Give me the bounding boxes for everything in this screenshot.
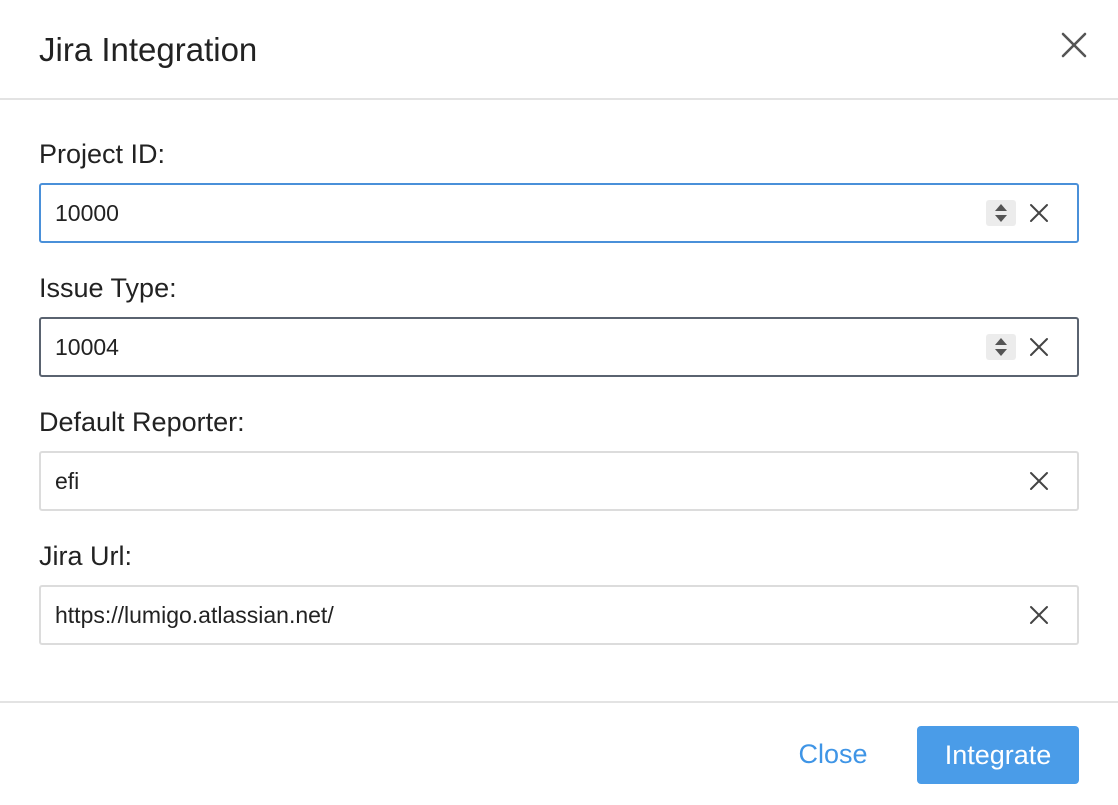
project-id-label: Project ID:	[39, 139, 166, 169]
jira-url-label: Jira Url:	[39, 541, 132, 571]
close-icon[interactable]	[1058, 29, 1090, 61]
clear-icon[interactable]	[1025, 467, 1053, 495]
dialog-footer: Close Integrate	[0, 701, 1118, 805]
clear-icon[interactable]	[1025, 199, 1053, 227]
default-reporter-input[interactable]	[55, 453, 955, 509]
dialog-header: Jira Integration	[0, 0, 1118, 100]
project-id-field	[39, 183, 1079, 243]
jira-integration-dialog: Jira Integration Project ID: Issue Type:	[0, 0, 1118, 805]
close-button[interactable]: Close	[788, 729, 878, 779]
project-id-input[interactable]	[55, 185, 955, 241]
clear-icon[interactable]	[1025, 333, 1053, 361]
issue-type-label: Issue Type:	[39, 273, 177, 303]
clear-icon[interactable]	[1025, 601, 1053, 629]
spinner-icon[interactable]	[986, 334, 1016, 360]
jira-url-field	[39, 585, 1079, 645]
spinner-icon[interactable]	[986, 200, 1016, 226]
issue-type-input[interactable]	[55, 319, 955, 375]
issue-type-field	[39, 317, 1079, 377]
jira-url-input[interactable]	[55, 587, 955, 643]
default-reporter-label: Default Reporter:	[39, 407, 245, 437]
dialog-title: Jira Integration	[39, 31, 258, 68]
integrate-button[interactable]: Integrate	[917, 726, 1079, 784]
default-reporter-field	[39, 451, 1079, 511]
